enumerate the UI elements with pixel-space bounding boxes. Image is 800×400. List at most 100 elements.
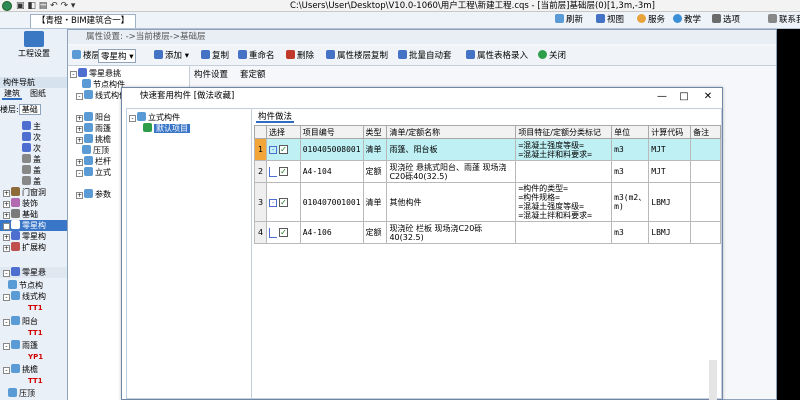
list-item[interactable]: TT1	[0, 302, 68, 313]
calc-cell[interactable]: LBMJ	[648, 221, 692, 244]
header-name[interactable]: 清单/定额名称	[386, 125, 517, 139]
list-item[interactable]: + 零星构	[0, 231, 68, 242]
expand-icon[interactable]: +	[3, 245, 10, 252]
unit-cell[interactable]: m3	[611, 221, 650, 244]
name-cell[interactable]: 现浇砼 悬挑式阳台、雨蓬 现场浇 C20砾40(32.5)	[386, 160, 517, 183]
list-item[interactable]: - 挑檐	[0, 364, 68, 375]
type-cell[interactable]: 清单	[362, 138, 388, 161]
calc-cell[interactable]: LBMJ	[648, 182, 692, 222]
list-item[interactable]: TT1	[0, 327, 68, 338]
list-item[interactable]: - 雨篷	[0, 340, 68, 351]
maximize-button[interactable]: □	[674, 88, 694, 105]
row-checkbox[interactable]: ✓	[278, 227, 288, 237]
tree-root[interactable]: - 立式构件	[129, 112, 249, 123]
ribbon-refresh[interactable]: 刷新	[555, 14, 583, 27]
ribbon-options[interactable]: 选项	[712, 14, 740, 27]
header-unit[interactable]: 单位	[611, 125, 650, 139]
note-cell[interactable]	[690, 221, 721, 244]
collapse-icon[interactable]: -	[70, 71, 77, 78]
header-code[interactable]: 项目编号	[299, 125, 364, 139]
table-row[interactable]: 4 ✓ A4-106 定额 现浇砼 栏板 现场浇C20砾40(32.5) m3 LBMJ	[254, 221, 721, 244]
select-cell[interactable]: - ✓	[265, 138, 301, 161]
document-tab[interactable]: 【青橙・BIM建筑合一】	[30, 14, 137, 28]
unit-cell[interactable]: m3	[611, 160, 650, 183]
ribbon-service[interactable]: 服务	[637, 14, 665, 27]
list-item[interactable]: 盖	[0, 176, 68, 187]
ribbon-contact[interactable]: 联系我们	[768, 14, 800, 27]
header-calc[interactable]: 计算代码	[648, 125, 692, 139]
ribbon-view[interactable]: 视图	[596, 14, 624, 27]
tab-drawings[interactable]: 图纸	[28, 88, 48, 100]
expand-icon[interactable]: +	[3, 223, 10, 230]
list-item[interactable]: + 门窗洞	[0, 187, 68, 198]
collapse-icon[interactable]: -	[3, 319, 10, 326]
calc-cell[interactable]: MJT	[648, 138, 692, 161]
table-row[interactable]: 3- ✓ 010407001001 清单 其他构件 =构件的类型= =构件规格= =混凝土…	[254, 182, 721, 222]
tab-architecture[interactable]: 建筑	[2, 88, 22, 100]
code-cell[interactable]: 010407001001	[299, 182, 364, 222]
select-cell[interactable]: - ✓	[265, 182, 301, 222]
delete-button[interactable]: 删除	[286, 49, 314, 63]
expand-icon[interactable]: +	[76, 159, 83, 166]
expand-icon[interactable]: +	[76, 137, 83, 144]
expand-icon[interactable]: +	[3, 212, 10, 219]
header-feature[interactable]: 项目特征/定额分类标记	[515, 125, 613, 139]
list-item[interactable]: 盖	[0, 154, 68, 165]
collapse-icon[interactable]: -	[268, 198, 277, 207]
quick-access-toolbar[interactable]: ▣ ◧ ▤ ↶ ↷ ▾	[16, 1, 75, 11]
expand-icon[interactable]: +	[3, 201, 10, 208]
row-checkbox[interactable]: ✓	[278, 145, 288, 154]
type-cell[interactable]: 定额	[362, 221, 388, 244]
feature-cell[interactable]: =混凝土强度等级= =混凝土拌和料要求=	[515, 138, 613, 161]
list-item[interactable]: 次	[0, 143, 68, 154]
floor-button[interactable]: 楼层	[72, 49, 100, 63]
feature-cell[interactable]: =构件的类型= =构件规格= =混凝土强度等级= =混凝土拌和料要求=	[515, 182, 613, 222]
floor-selector[interactable]: 楼层: 基础	[0, 104, 68, 115]
list-item[interactable]: YP1	[0, 351, 68, 362]
collapse-icon[interactable]: -	[3, 294, 10, 301]
close-dialog-button[interactable]: ✕	[698, 88, 718, 105]
name-cell[interactable]: 雨篷、阳台板	[386, 138, 517, 161]
collapse-icon[interactable]: -	[3, 367, 10, 374]
select-cell[interactable]: ✓	[265, 221, 301, 244]
ribbon-teaching[interactable]: 教学	[673, 14, 701, 27]
list-item[interactable]: - 线式构	[0, 291, 68, 302]
tab-component-method[interactable]: 构件做法	[256, 111, 295, 123]
note-cell[interactable]	[690, 182, 721, 222]
copy-button[interactable]: 复制	[201, 49, 229, 63]
vertical-scrollbar[interactable]	[709, 360, 717, 400]
type-cell[interactable]: 定额	[362, 160, 388, 183]
collapse-icon[interactable]: -	[268, 146, 277, 154]
list-item[interactable]: - 阳台	[0, 316, 68, 327]
note-cell[interactable]	[690, 138, 721, 161]
table-row[interactable]: 1- ✓ 010405008001 清单 雨篷、阳台板 =混凝土强度等级= =混凝土拌和料…	[254, 138, 721, 161]
unit-cell[interactable]: m3(m2、m)	[611, 182, 650, 222]
list-item[interactable]: + 扩展构	[0, 242, 68, 253]
code-cell[interactable]: 010405008001	[299, 138, 364, 161]
minimize-button[interactable]: —	[652, 88, 672, 105]
calc-cell[interactable]: MJT	[648, 160, 692, 183]
close-button[interactable]: 关闭	[538, 49, 566, 63]
collapse-icon[interactable]: -	[76, 93, 83, 100]
drawing-canvas[interactable]	[777, 29, 800, 400]
component-type-select[interactable]: 零星构 ▾	[98, 49, 137, 63]
note-cell[interactable]	[690, 160, 721, 183]
code-cell[interactable]: A4-104	[299, 160, 364, 183]
unit-cell[interactable]: m3	[611, 138, 650, 161]
expand-icon[interactable]: +	[76, 126, 83, 133]
project-settings-button[interactable]: 工程设置	[6, 31, 62, 59]
list-item[interactable]: 压顶	[0, 388, 68, 399]
feature-cell[interactable]	[515, 221, 613, 244]
expand-icon[interactable]: +	[3, 234, 10, 241]
collapse-icon[interactable]: -	[129, 115, 136, 122]
list-item[interactable]: 节点构	[0, 280, 68, 291]
header-note[interactable]: 备注	[690, 125, 721, 139]
name-cell[interactable]: 现浇砼 栏板 现场浇C20砾40(32.5)	[386, 221, 517, 244]
type-cell[interactable]: 清单	[362, 182, 388, 222]
list-item[interactable]: + 装饰	[0, 198, 68, 209]
list-item[interactable]: 盖	[0, 165, 68, 176]
select-cell[interactable]: ✓	[265, 160, 301, 183]
row-checkbox[interactable]: ✓	[278, 166, 288, 176]
list-item[interactable]: 次	[0, 132, 68, 143]
tree-item[interactable]: - 零星悬挑	[70, 68, 188, 79]
